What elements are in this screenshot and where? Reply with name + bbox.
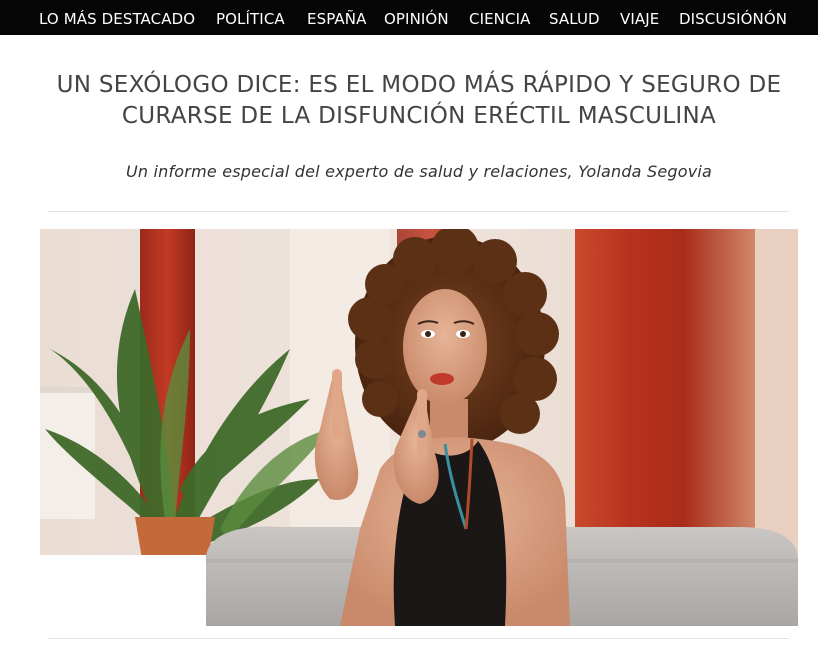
top-navigation-bar: LO MÁS DESTACADO POLÍTICA ESPAÑA OPINIÓN… xyxy=(0,0,818,35)
hero-image-notch xyxy=(40,555,206,627)
nav-item-opinion[interactable]: OPINIÓN xyxy=(384,0,449,35)
article-headline: UN SEXÓLOGO DICE: ES EL MODO MÁS RÁPIDO … xyxy=(40,70,798,132)
nav-item-viaje[interactable]: VIAJE xyxy=(620,0,659,35)
nav-item-espana[interactable]: ESPAÑA xyxy=(307,0,366,35)
headline-line-2: CURARSE DE LA DISFUNCIÓN ERÉCTIL MASCULI… xyxy=(121,103,717,129)
nav-item-salud[interactable]: SALUD xyxy=(549,0,600,35)
article-byline: Un informe especial del experto de salud… xyxy=(125,162,713,181)
nav-item-politica[interactable]: POLÍTICA xyxy=(216,0,285,35)
nav-item-discusion[interactable]: DISCUSIÓNÓN xyxy=(679,0,787,35)
bottom-divider xyxy=(48,638,789,639)
top-divider xyxy=(48,211,789,212)
nav-item-lo-mas-destacado[interactable]: LO MÁS DESTACADO xyxy=(39,0,195,35)
nav-item-ciencia[interactable]: CIENCIA xyxy=(469,0,530,35)
headline-line-1: UN SEXÓLOGO DICE: ES EL MODO MÁS RÁPIDO … xyxy=(56,72,782,98)
